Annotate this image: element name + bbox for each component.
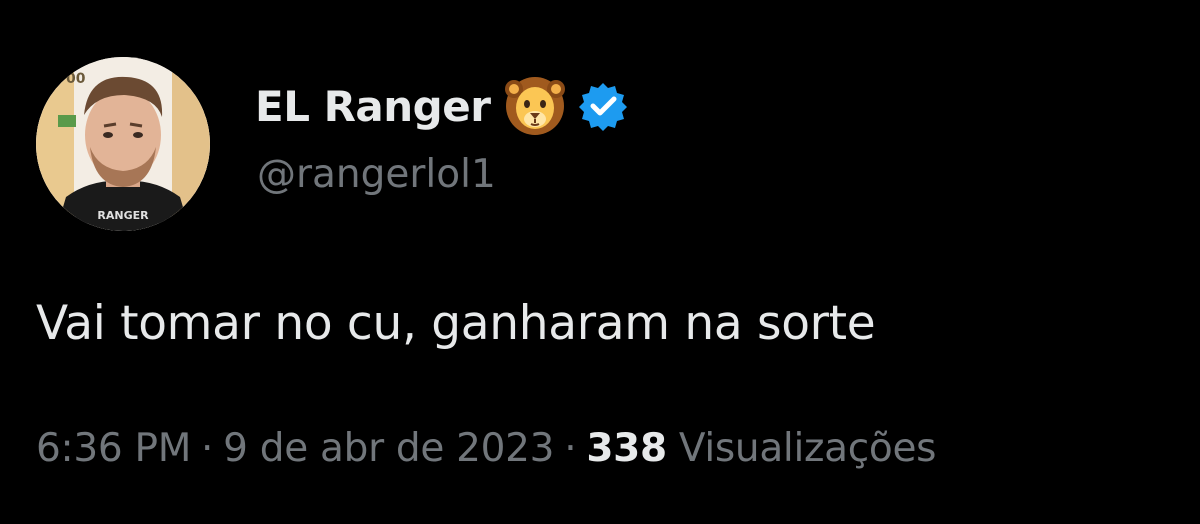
lion-face-icon (504, 75, 566, 137)
views-label: Visualizações (678, 426, 937, 471)
display-name[interactable]: EL Ranger (255, 82, 491, 131)
tweet-date[interactable]: 9 de abr de 2023 (223, 426, 554, 471)
tweet-meta: 6:36 PM · 9 de abr de 2023 · 338 Visuali… (36, 426, 936, 471)
meta-separator: · (201, 426, 214, 471)
views-count[interactable]: 338 (586, 426, 667, 471)
avatar-rating-text: 00 (66, 71, 86, 87)
author-name-row[interactable]: EL Ranger (255, 76, 628, 136)
tweet-card: 00 RANGER EL Ranger @rangerlol1 Vai toma… (0, 0, 1200, 524)
avatar-image: 00 RANGER (36, 57, 210, 231)
tweet-time[interactable]: 6:36 PM (36, 426, 191, 471)
meta-separator: · (564, 426, 577, 471)
tweet-text: Vai tomar no cu, ganharam na sorte (36, 296, 876, 351)
author-handle[interactable]: @rangerlol1 (257, 152, 496, 197)
avatar-caption: RANGER (97, 209, 149, 222)
avatar[interactable]: 00 RANGER (36, 57, 210, 231)
verified-badge-icon[interactable] (578, 81, 628, 131)
